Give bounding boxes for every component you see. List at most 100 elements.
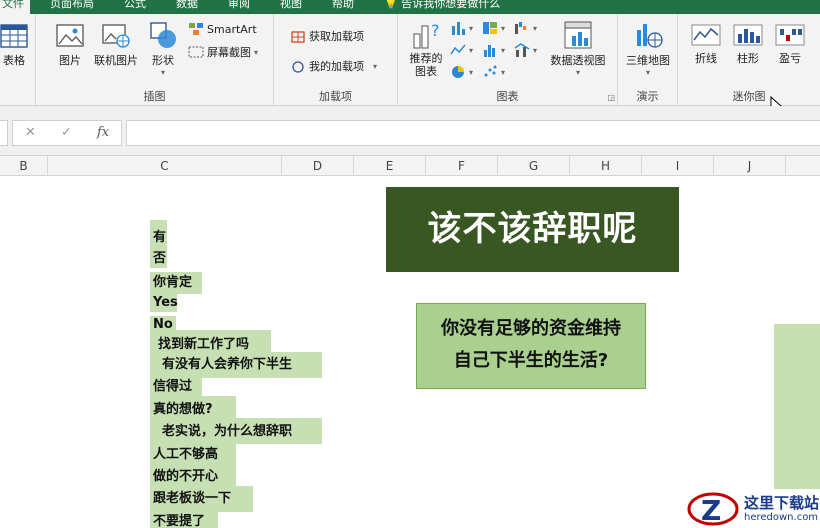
pivot-chart-button[interactable]: 数据透视图 ▾ [546, 20, 610, 77]
watermark-url: heredown.com [744, 511, 819, 523]
side-shape[interactable] [774, 324, 820, 489]
scatter-chart-button[interactable]: ▾ [482, 64, 505, 80]
cell-text[interactable]: 有没有人会养你下半生 [150, 352, 322, 378]
cell-text[interactable]: 跟老板谈一下 [150, 486, 253, 512]
tab-insert[interactable]: 文件 [0, 0, 30, 14]
line-chart-button[interactable]: ▾ [450, 42, 473, 58]
formula-controls: ✕ ✓ fx [12, 120, 122, 146]
table-button[interactable]: 表格 [0, 22, 34, 68]
line-chart-dropdown-icon: ▾ [469, 45, 474, 55]
svg-text:Z: Z [701, 494, 721, 527]
screenshot-icon [188, 46, 204, 58]
waterfall-chart-icon [515, 22, 526, 34]
charts-dialog-launcher-icon[interactable]: ◲ [607, 93, 615, 102]
screenshot-dropdown-icon: ▾ [254, 47, 259, 57]
tours-group-label: 演示 [636, 90, 659, 103]
sparkline-column-button[interactable]: 柱形 [728, 22, 768, 66]
column-chart-dropdown-icon: ▾ [469, 23, 474, 33]
3d-map-button[interactable]: 三维地图 ▾ [624, 20, 672, 77]
smartart-button[interactable]: SmartArt [188, 22, 257, 36]
ribbon: 表格 图片 联机图片 形状 ▾ SmartArt 屏幕截图 ▾ 插图 获取加载项… [0, 14, 820, 106]
recommended-charts-button[interactable]: ? 推荐的图表 [404, 20, 448, 78]
cell-text[interactable]: 做的不开心 [150, 466, 236, 488]
3d-map-dropdown-icon: ▾ [645, 68, 650, 77]
column-header-k[interactable] [786, 156, 820, 176]
tab-review[interactable]: 审阅 [228, 0, 250, 11]
cell-text[interactable]: Yes [150, 294, 178, 312]
cell-text[interactable]: 老实说，为什么想辞职 [150, 418, 322, 444]
cell-text[interactable]: 信得过 [150, 378, 202, 396]
cell-text[interactable]: 你肯定 [150, 272, 202, 294]
recommended-charts-icon: ? [413, 21, 440, 49]
online-picture-button[interactable]: 联机图片 [90, 22, 142, 68]
hierarchy-chart-icon [483, 22, 497, 34]
column-header-j[interactable]: J [714, 156, 786, 176]
pie-chart-button[interactable]: ▾ [450, 64, 473, 80]
sparkline-line-icon [691, 24, 721, 46]
sparkline-column-label: 柱形 [737, 52, 759, 65]
sparkline-line-label: 折线 [695, 52, 717, 65]
watermark-logo-icon: Z [687, 492, 739, 527]
column-header-i[interactable]: I [642, 156, 714, 176]
waterfall-chart-dropdown-icon: ▾ [533, 23, 538, 33]
get-addins-button[interactable]: 获取加载项 [290, 28, 364, 44]
cell-text[interactable]: 人工不够高 [150, 444, 236, 466]
picture-icon [56, 24, 84, 47]
column-header-g[interactable]: G [498, 156, 570, 176]
cell-text[interactable]: 不要提了 [150, 512, 218, 528]
tell-me-search[interactable]: 💡 告诉我你想要做什么 [384, 0, 500, 11]
tab-view[interactable]: 视图 [280, 0, 302, 11]
sparkline-line-button[interactable]: 折线 [686, 22, 726, 66]
tab-help[interactable]: 帮助 [332, 0, 354, 11]
watermark: Z 这里下载站 heredown.com [686, 490, 820, 528]
column-chart-button[interactable]: ▾ [450, 20, 473, 36]
cell-text[interactable]: 否 [150, 250, 167, 268]
tab-page-layout[interactable]: 页面布局 [50, 0, 94, 11]
tab-formulas[interactable]: 公式 [124, 0, 146, 11]
column-headers: B C D E F G H I J [0, 156, 820, 176]
formula-input[interactable] [126, 120, 820, 146]
name-box[interactable] [0, 120, 8, 146]
column-header-e[interactable]: E [354, 156, 426, 176]
column-header-c[interactable]: C [48, 156, 282, 176]
shapes-button[interactable]: 形状 ▾ [144, 20, 182, 77]
shapes-label: 形状 [152, 54, 174, 67]
title-shape[interactable]: 该不该辞职呢 [386, 187, 679, 272]
insert-function-icon[interactable]: fx [97, 125, 109, 140]
cell-text[interactable]: 有 [150, 220, 167, 250]
screenshot-label: 屏幕截图 [207, 46, 251, 59]
picture-button[interactable]: 图片 [50, 22, 90, 68]
pie-chart-icon [452, 66, 464, 78]
my-addins-icon [292, 61, 304, 73]
my-addins-button[interactable]: 我的加载项 ▾ [290, 58, 377, 74]
pivot-chart-icon [564, 21, 592, 49]
question-line-1: 你没有足够的资金维持 [441, 318, 621, 339]
group-addins: 获取加载项 我的加载项 ▾ 加载项 [274, 14, 398, 106]
formula-bar: ✕ ✓ fx [0, 106, 820, 156]
worksheet[interactable]: 有 否 你肯定 Yes No 找到新工作了吗 有没有人会养你下半生 信得过 真的… [0, 176, 820, 528]
combo-chart-button[interactable]: ▾ [514, 42, 537, 58]
column-header-f[interactable]: F [426, 156, 498, 176]
column-header-b[interactable]: B [0, 156, 48, 176]
question-line-2: 自己下半生的生活? [453, 350, 609, 371]
screenshot-button[interactable]: 屏幕截图 ▾ [188, 44, 258, 60]
enter-icon[interactable]: ✓ [61, 125, 72, 140]
table-label: 表格 [3, 54, 25, 67]
question-shape[interactable]: 你没有足够的资金维持 自己下半生的生活? [416, 303, 646, 389]
waterfall-chart-button[interactable]: ▾ [514, 20, 537, 36]
tab-data[interactable]: 数据 [176, 0, 198, 11]
sparklines-group-label: 迷你图 [732, 90, 766, 103]
statistic-chart-dropdown-icon: ▾ [501, 45, 506, 55]
statistic-chart-button[interactable]: ▾ [482, 42, 505, 58]
cancel-icon[interactable]: ✕ [25, 125, 36, 140]
store-icon [291, 31, 305, 43]
group-tours: 三维地图 ▾ 演示 [618, 14, 678, 106]
hierarchy-chart-button[interactable]: ▾ [482, 20, 505, 36]
column-header-d[interactable]: D [282, 156, 354, 176]
table-icon [0, 24, 28, 48]
svg-text:?: ? [431, 21, 440, 40]
group-charts: ? 推荐的图表 ▾ ▾ ▾ ▾ ▾ ▾ ▾ ▾ 数据透视图 ▾ 图表 ◲ [398, 14, 618, 106]
sparkline-winloss-button[interactable]: 盈亏 [770, 22, 810, 66]
column-header-h[interactable]: H [570, 156, 642, 176]
online-picture-label: 联机图片 [94, 54, 138, 67]
